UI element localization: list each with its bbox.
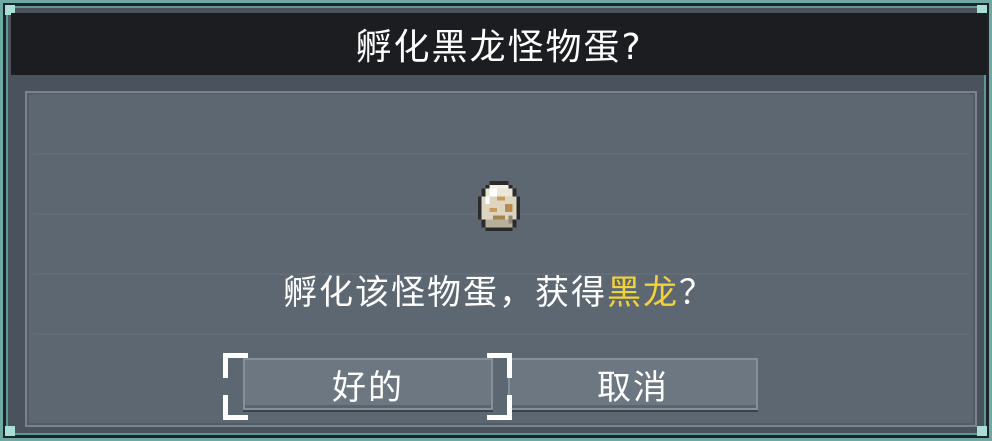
dialog-title: 孵化黑龙怪物蛋? <box>355 27 643 68</box>
frame-corner <box>5 426 15 436</box>
confirm-button[interactable]: 好的 <box>243 358 493 410</box>
monster-name-highlight: 黑龙 <box>607 272 679 313</box>
selection-cursor-icon <box>487 353 512 378</box>
selection-cursor-icon <box>223 395 248 420</box>
message-suffix: ？ <box>679 272 715 313</box>
cancel-button-label: 取消 <box>597 367 669 408</box>
message-prefix: 孵化该怪物蛋，获得 <box>283 272 607 313</box>
cancel-button[interactable]: 取消 <box>508 358 758 410</box>
hatch-dialog: 孵化黑龙怪物蛋? 孵化该怪物蛋，获得 黑龙 ？ 好的 取消 <box>0 0 992 441</box>
confirm-button-label: 好的 <box>332 367 404 408</box>
monster-egg-icon <box>477 181 521 232</box>
dialog-title-bar: 孵化黑龙怪物蛋? <box>11 13 987 75</box>
frame-corner <box>977 426 987 436</box>
selection-cursor-icon <box>223 353 248 378</box>
hatch-confirm-message: 孵化该怪物蛋，获得 黑龙 ？ <box>3 261 992 317</box>
selection-cursor-icon <box>487 395 512 420</box>
